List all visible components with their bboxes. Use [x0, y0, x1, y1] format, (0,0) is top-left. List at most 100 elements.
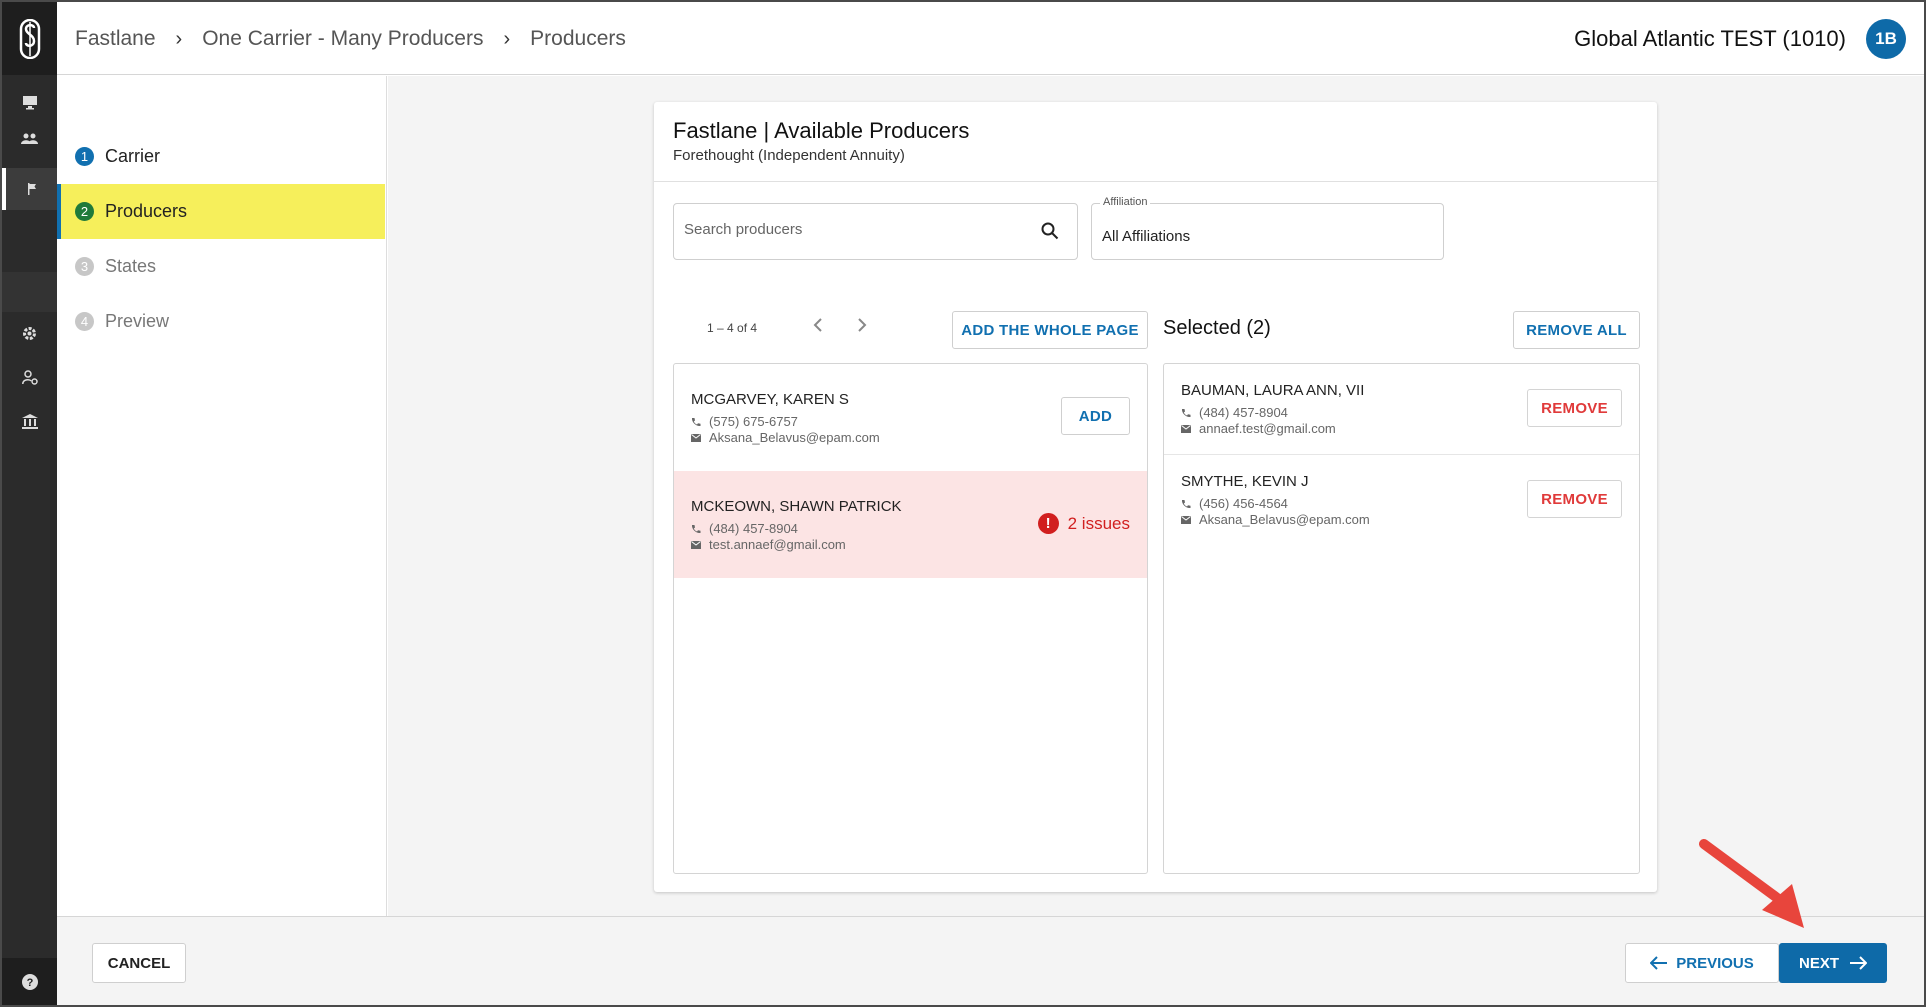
app-window: ? Fastlane › One Carrier - Many Producer… — [2, 2, 1924, 1005]
step-number: 1 — [75, 147, 94, 166]
footer-bar: CANCEL PREVIOUS NEXT — [57, 916, 1924, 1005]
breadcrumb-item[interactable]: One Carrier - Many Producers — [202, 27, 483, 51]
producer-name: MCGARVEY, KAREN S — [691, 391, 849, 408]
left-rail: ? — [2, 2, 57, 1005]
chevron-right-icon: › — [175, 27, 183, 50]
monitor-icon — [22, 95, 37, 109]
step-number: 4 — [75, 312, 94, 331]
email-text: test.annaef@gmail.com — [709, 537, 846, 552]
next-page-button[interactable] — [849, 312, 875, 338]
arrow-right-icon — [1850, 956, 1867, 970]
step-number: 2 — [75, 202, 94, 221]
selected-title: Selected (2) — [1163, 317, 1271, 339]
svg-text:?: ? — [26, 977, 33, 989]
step-carrier[interactable]: 1 Carrier — [57, 129, 385, 184]
mail-icon — [691, 433, 701, 442]
phone-text: (484) 457-8904 — [709, 521, 798, 536]
remove-producer-button[interactable]: REMOVE — [1527, 389, 1622, 427]
search-icon[interactable] — [1041, 222, 1059, 240]
producer-email: Aksana_Belavus@epam.com — [1181, 512, 1370, 527]
people-icon — [21, 133, 38, 144]
annotation-arrow-icon — [1699, 839, 1804, 928]
flag-icon — [27, 183, 36, 195]
rail-bank[interactable] — [2, 400, 57, 442]
settings-icon — [23, 326, 36, 340]
producer-name: SMYTHE, KEVIN J — [1181, 473, 1309, 490]
user-settings-icon — [21, 369, 38, 385]
phone-icon — [691, 524, 701, 533]
step-label: Producers — [105, 201, 188, 221]
phone-text: (575) 675-6757 — [709, 414, 798, 429]
step-number: 3 — [75, 257, 94, 276]
step-states[interactable]: 3 States — [57, 239, 385, 294]
add-producer-button[interactable]: ADD — [1061, 397, 1130, 435]
next-label: NEXT — [1798, 954, 1839, 972]
bank-icon — [21, 413, 38, 429]
email-text: Aksana_Belavus@epam.com — [1199, 512, 1370, 527]
phone-icon — [1181, 408, 1191, 417]
main-content: Fastlane | Available Producers Forethoug… — [388, 76, 1924, 916]
card-subtitle: Forethought (Independent Annuity) — [673, 147, 905, 164]
step-preview[interactable]: 4 Preview — [57, 294, 385, 349]
available-producers-list: MCGARVEY, KAREN S (575) 675-6757 Aksana_… — [673, 363, 1148, 874]
rail-help[interactable]: ? — [2, 958, 57, 1005]
list-item: MCGARVEY, KAREN S (575) 675-6757 Aksana_… — [674, 364, 1147, 471]
org-name: Global Atlantic TEST (1010) — [1574, 26, 1846, 51]
search-input[interactable] — [684, 221, 1024, 238]
next-button[interactable]: NEXT — [1779, 943, 1887, 983]
card-title: Fastlane | Available Producers — [673, 118, 970, 143]
producer-phone: (456) 456-4564 — [1181, 496, 1288, 511]
arrow-left-icon — [1650, 956, 1668, 970]
chevron-right-icon: › — [503, 27, 511, 50]
chevron-left-icon — [813, 318, 822, 332]
producer-phone: (575) 675-6757 — [691, 414, 798, 429]
step-label: Carrier — [105, 146, 161, 166]
issues-count: 2 issues — [1067, 513, 1130, 533]
breadcrumb-item[interactable]: Fastlane — [75, 27, 156, 51]
mail-icon — [691, 540, 701, 549]
phone-icon — [1181, 499, 1191, 508]
mail-icon — [1181, 424, 1191, 433]
remove-all-button[interactable]: REMOVE ALL — [1513, 311, 1640, 349]
wizard-steps: 1 Carrier 2 Producers 3 States 4 Preview — [57, 76, 387, 916]
mail-icon — [1181, 515, 1191, 524]
cancel-button[interactable]: CANCEL — [92, 943, 186, 983]
affiliation-label: Affiliation — [1100, 196, 1151, 208]
phone-text: (456) 456-4564 — [1199, 496, 1288, 511]
producer-phone: (484) 457-8904 — [1181, 405, 1288, 420]
chevron-right-icon — [858, 318, 867, 332]
step-label: States — [105, 256, 157, 276]
list-item-issue: MCKEOWN, SHAWN PATRICK (484) 457-8904 te… — [674, 471, 1147, 578]
divider — [654, 181, 1657, 182]
email-text: annaef.test@gmail.com — [1199, 421, 1336, 436]
producer-phone: (484) 457-8904 — [691, 521, 798, 536]
previous-button[interactable]: PREVIOUS — [1625, 943, 1779, 983]
prev-page-button[interactable] — [805, 312, 831, 338]
rail-user-settings[interactable] — [2, 356, 57, 398]
breadcrumb: Fastlane › One Carrier - Many Producers … — [75, 27, 626, 51]
search-field[interactable] — [673, 203, 1078, 260]
step-producers[interactable]: 2 Producers — [57, 184, 385, 239]
app-logo[interactable] — [2, 2, 57, 75]
phone-text: (484) 457-8904 — [1199, 405, 1288, 420]
help-icon: ? — [21, 973, 38, 990]
affiliation-value: All Affiliations — [1102, 228, 1191, 245]
rail-dashboard[interactable] — [2, 81, 57, 123]
avatar[interactable]: 1B — [1866, 19, 1906, 59]
list-item: BAUMAN, LAURA ANN, VII (484) 457-8904 an… — [1164, 364, 1639, 454]
list-item: SMYTHE, KEVIN J (456) 456-4564 Aksana_Be… — [1164, 455, 1639, 545]
affiliation-select[interactable]: Affiliation All Affiliations — [1091, 196, 1444, 260]
breadcrumb-item: Producers — [530, 27, 626, 50]
issues-link[interactable]: ! 2 issues — [1037, 513, 1130, 534]
error-icon: ! — [1037, 513, 1059, 534]
phone-icon — [691, 417, 701, 426]
remove-producer-button[interactable]: REMOVE — [1527, 480, 1622, 518]
rail-settings[interactable] — [2, 312, 57, 354]
selected-producers-list: BAUMAN, LAURA ANN, VII (484) 457-8904 an… — [1163, 363, 1640, 874]
producer-name: BAUMAN, LAURA ANN, VII — [1181, 382, 1365, 399]
add-whole-page-button[interactable]: ADD THE WHOLE PAGE — [952, 311, 1148, 349]
producer-name: MCKEOWN, SHAWN PATRICK — [691, 498, 902, 515]
producer-email: Aksana_Belavus@epam.com — [691, 430, 880, 445]
email-text: Aksana_Belavus@epam.com — [709, 430, 880, 445]
rail-fastlane[interactable] — [2, 168, 57, 210]
